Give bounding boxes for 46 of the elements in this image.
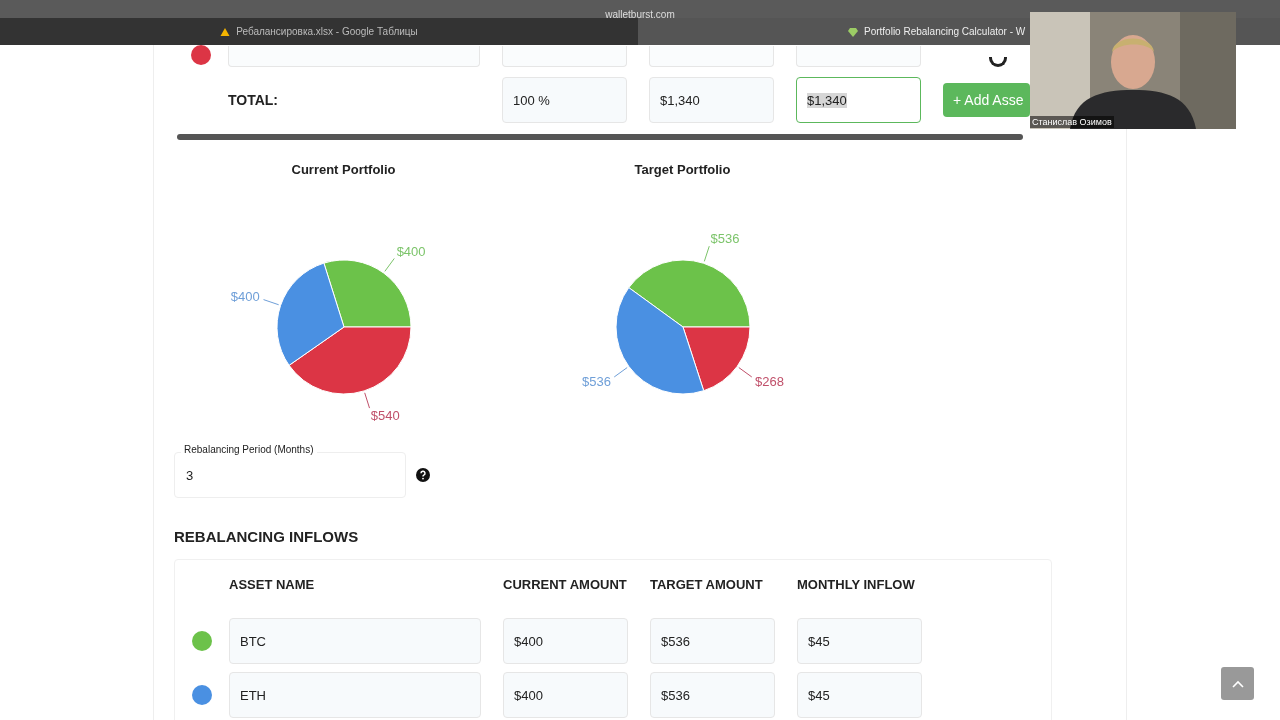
help-icon[interactable] bbox=[416, 468, 430, 482]
slice-label: $540 bbox=[370, 407, 400, 423]
target-amount-field[interactable]: $536 bbox=[650, 672, 775, 718]
leader-line bbox=[364, 392, 370, 409]
chevron-up-icon bbox=[1231, 679, 1244, 688]
current-amount-field[interactable]: $400 bbox=[503, 672, 628, 718]
input-field[interactable] bbox=[502, 46, 627, 67]
remove-icon[interactable] bbox=[989, 57, 1007, 67]
leader-line bbox=[703, 245, 710, 262]
gem-icon bbox=[848, 26, 858, 37]
slice-label: $400 bbox=[396, 244, 426, 259]
scrollbar[interactable] bbox=[177, 134, 1023, 140]
asset-name-field[interactable]: BTC bbox=[229, 618, 481, 664]
leader-line bbox=[613, 367, 628, 378]
current-total-field[interactable]: $1,340 bbox=[649, 77, 774, 123]
column-header: TARGET AMOUNT bbox=[650, 576, 764, 594]
input-field[interactable] bbox=[228, 46, 480, 67]
section-heading: REBALANCING INFLOWS bbox=[174, 528, 360, 545]
column-header: CURRENT AMOUNT bbox=[503, 576, 628, 594]
browser-tab[interactable]: Ребалансировка.xlsx - Google Таблицы bbox=[0, 18, 638, 45]
input-field[interactable] bbox=[796, 46, 921, 67]
field-label: Rebalancing Period (Months) bbox=[181, 444, 317, 455]
input-field[interactable] bbox=[649, 46, 774, 67]
chart-title: Current Portfolio bbox=[291, 162, 396, 177]
leader-line bbox=[384, 257, 395, 272]
chart-title: Target Portfolio bbox=[634, 162, 731, 177]
address-bar[interactable]: walletburst.com bbox=[605, 10, 675, 18]
monthly-inflow-field[interactable]: $45 bbox=[797, 672, 922, 718]
target-total-field[interactable]: $1,340 bbox=[796, 77, 921, 123]
target-amount-field[interactable]: $536 bbox=[650, 618, 775, 664]
percent-field[interactable]: 100 % bbox=[502, 77, 627, 123]
triangle-icon bbox=[220, 26, 231, 37]
leader-line bbox=[738, 367, 753, 378]
slice-label: $536 bbox=[710, 230, 740, 246]
participant-name: Станислав Озимов bbox=[1030, 116, 1114, 128]
current-amount-field[interactable]: $400 bbox=[503, 618, 628, 664]
slice-label: $268 bbox=[755, 373, 784, 389]
leader-line bbox=[263, 299, 280, 306]
column-header: MONTHLY INFLOW bbox=[797, 576, 916, 594]
monthly-inflow-field[interactable]: $45 bbox=[797, 618, 922, 664]
slice-label: $400 bbox=[230, 289, 260, 304]
scroll-top-button[interactable] bbox=[1221, 667, 1254, 700]
slice-label: $536 bbox=[582, 373, 611, 389]
column-header: ASSET NAME bbox=[229, 576, 316, 594]
asset-name-field[interactable]: ETH bbox=[229, 672, 481, 718]
total-label: TOTAL: bbox=[228, 92, 280, 108]
